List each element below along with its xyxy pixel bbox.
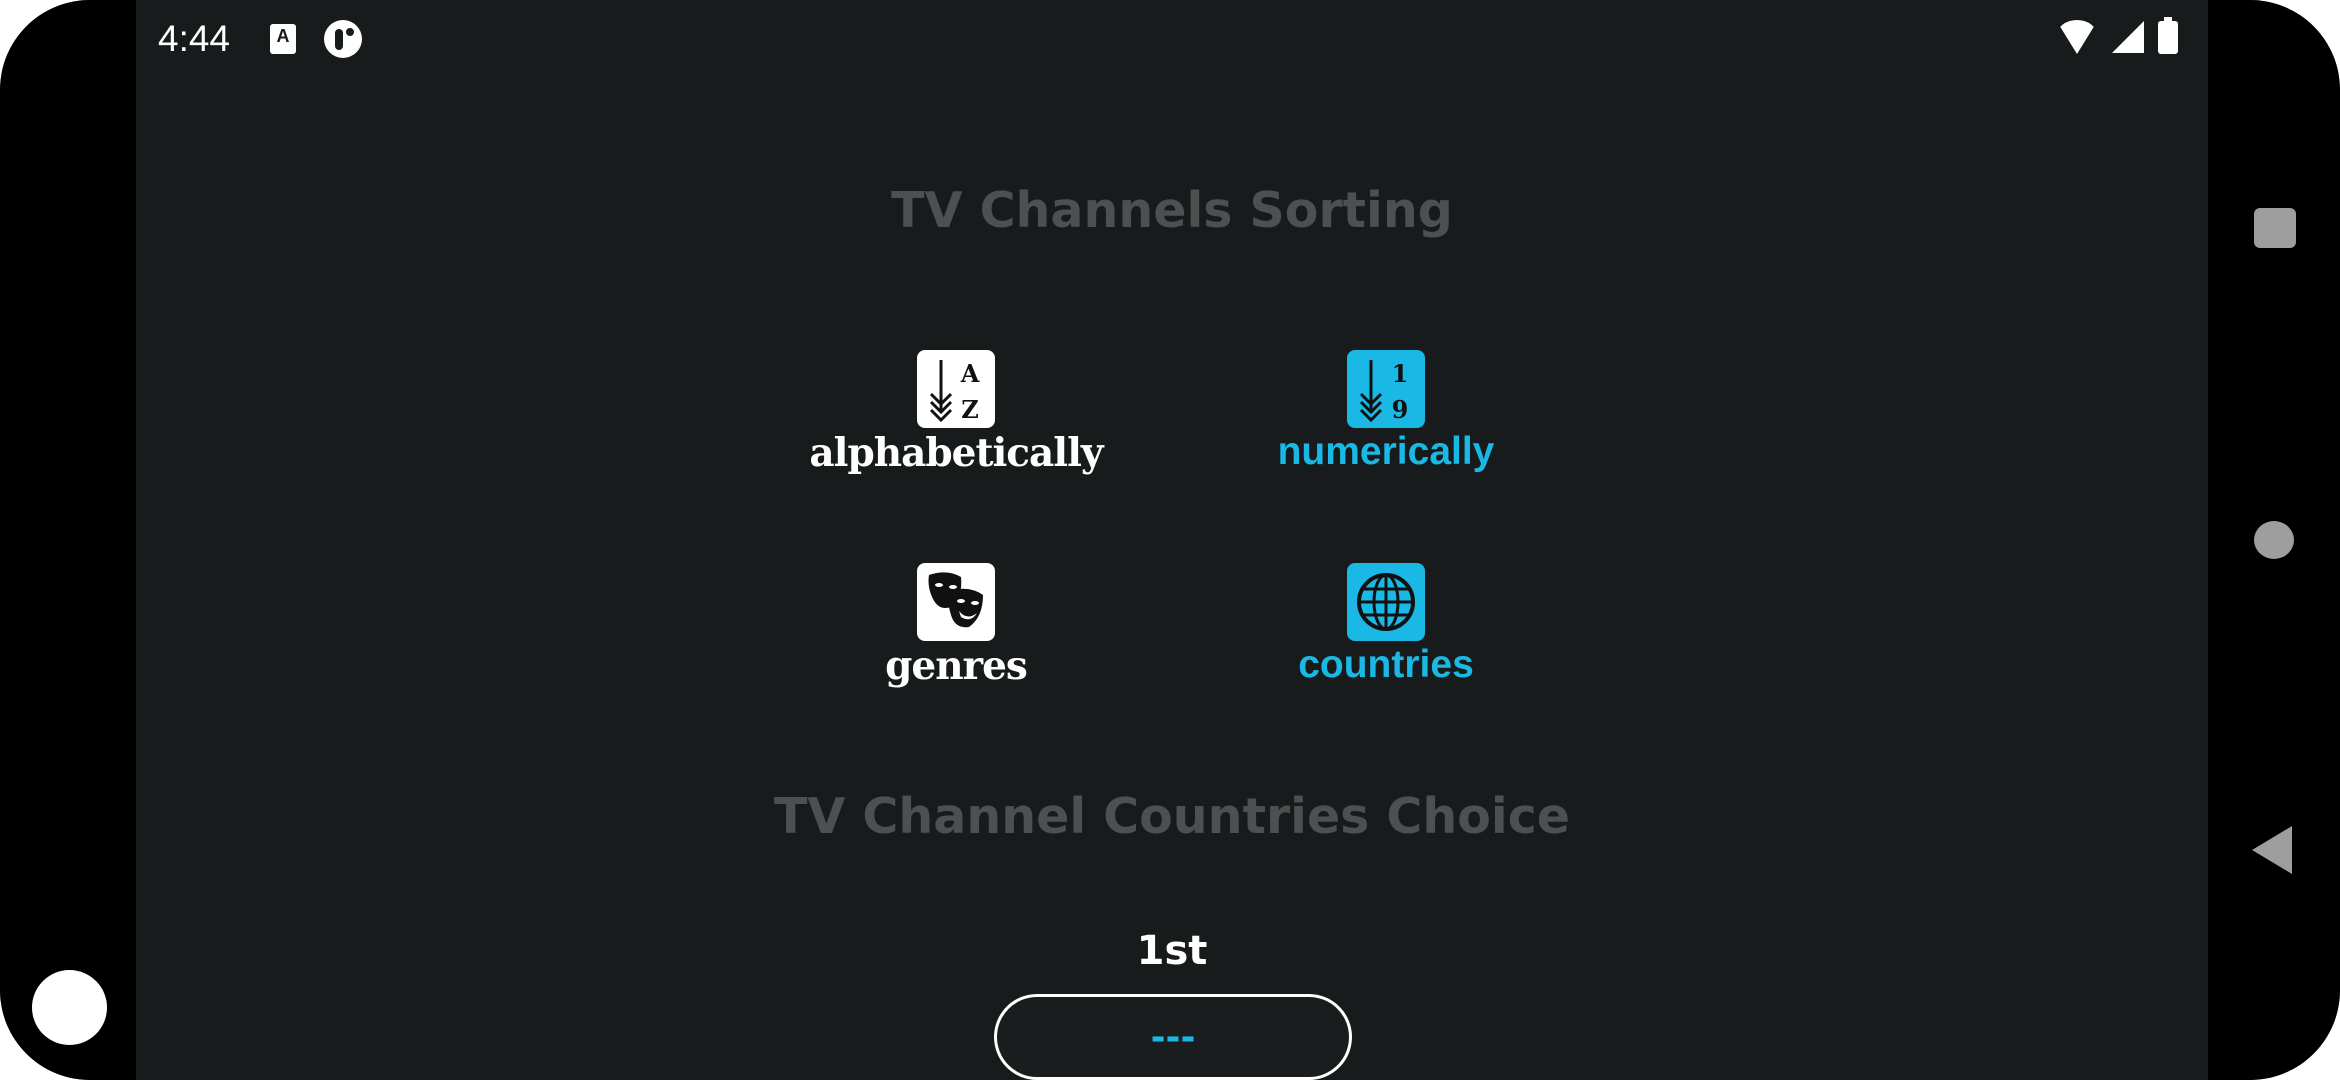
system-nav-bar	[2208, 0, 2340, 1080]
sort-az-icon: A Z	[917, 350, 995, 428]
sort-genres-option[interactable]: genres	[806, 563, 1106, 689]
home-button[interactable]	[2254, 521, 2294, 559]
system-status-icons	[2056, 16, 2178, 54]
choice-rank-label: 1st	[1136, 928, 1208, 974]
svg-text:A: A	[960, 359, 980, 388]
left-bezel	[0, 0, 136, 1080]
device-frame: 4:44 A TV Channels Sorting A Z alphabeti…	[0, 0, 2340, 1080]
accessibility-a-icon: A	[270, 24, 296, 54]
back-button[interactable]	[2252, 826, 2292, 874]
app-notification-icon	[324, 20, 362, 58]
cell-signal-icon	[2112, 21, 2144, 53]
sort-19-icon: 1 9	[1347, 350, 1425, 428]
theater-masks-icon	[917, 563, 995, 641]
sort-alphabetically-label: alphabetically	[809, 430, 1103, 476]
app-screen: 4:44 A TV Channels Sorting A Z alphabeti…	[136, 0, 2208, 1080]
svg-text:9: 9	[1392, 395, 1409, 424]
country-choice-value: ---	[1150, 1016, 1196, 1058]
country-choice-button[interactable]: ---	[994, 994, 1352, 1080]
wifi-icon	[2056, 20, 2098, 54]
sort-alphabetically-option[interactable]: A Z alphabetically	[806, 350, 1106, 476]
sort-numerically-option[interactable]: 1 9 numerically	[1236, 350, 1536, 474]
sort-countries-option[interactable]: countries	[1236, 563, 1536, 687]
globe-icon	[1347, 563, 1425, 641]
recents-button[interactable]	[2254, 208, 2296, 248]
status-time: 4:44	[158, 18, 231, 59]
sort-genres-label: genres	[885, 643, 1028, 689]
svg-text:Z: Z	[961, 395, 979, 424]
sort-countries-label: countries	[1298, 643, 1474, 686]
countries-choice-title: TV Channel Countries Choice	[774, 788, 1570, 845]
sorting-title: TV Channels Sorting	[891, 182, 1453, 239]
sort-numerically-label: numerically	[1277, 430, 1495, 473]
svg-text:1: 1	[1392, 359, 1409, 388]
camera-cutout	[32, 970, 107, 1045]
battery-icon	[2158, 16, 2178, 54]
